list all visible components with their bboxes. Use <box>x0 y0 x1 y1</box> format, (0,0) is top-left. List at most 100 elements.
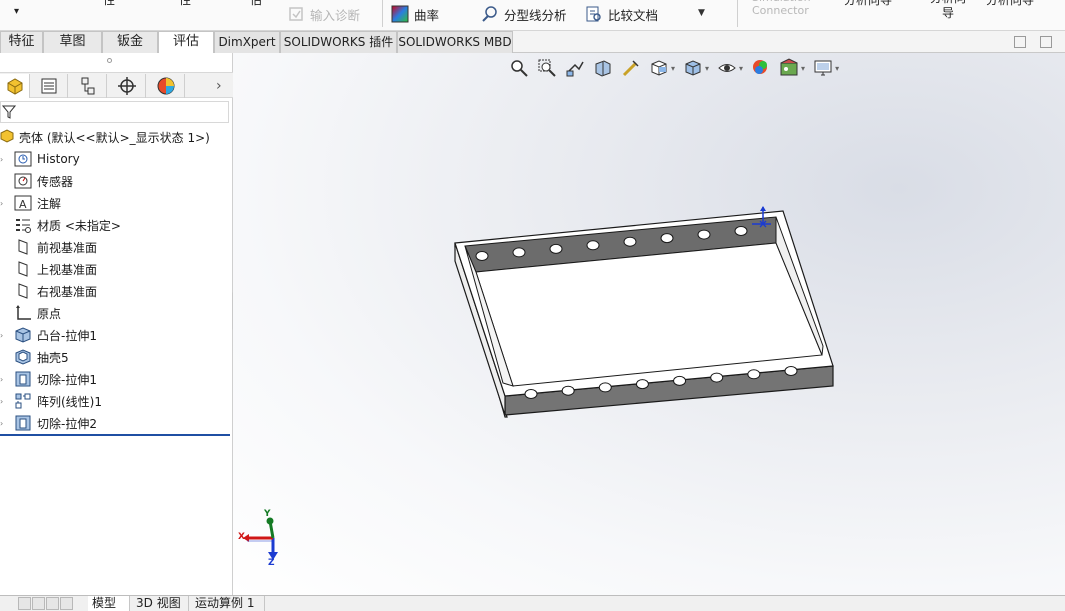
parting-line-analysis-button[interactable]: 分型线分析 <box>481 3 567 25</box>
tree-item-label: 切除-拉伸1 <box>37 372 97 387</box>
scroll-prev-icon[interactable] <box>32 597 45 610</box>
hole <box>475 251 489 261</box>
tree-item-boss-extrude[interactable]: › 凸台-拉伸1 <box>0 324 97 346</box>
expand-arrow-icon[interactable]: › <box>0 419 8 428</box>
hole <box>561 385 575 396</box>
import-diagnostics-icon <box>287 5 305 23</box>
compare-documents-label: 比较文档 <box>608 7 659 23</box>
hole <box>598 382 612 393</box>
bottom-tab-bar: 模型 3D 视图 运动算例 1 <box>0 595 1065 611</box>
plane-icon <box>14 282 32 300</box>
compare-documents-icon <box>585 5 603 23</box>
analysis-wizard-label-3[interactable]: 分析向导 <box>986 0 1034 8</box>
tree-item-label: 阵列(线性)1 <box>37 394 102 409</box>
expand-arrow-icon[interactable]: › <box>0 155 8 164</box>
history-icon <box>14 150 32 168</box>
plane-icon <box>14 238 32 256</box>
import-diagnostics-label: 输入诊断 <box>310 7 361 23</box>
scroll-next-icon[interactable] <box>46 597 59 610</box>
scroll-first-icon[interactable] <box>18 597 31 610</box>
tab-3d-views[interactable]: 3D 视图 <box>132 596 189 611</box>
configurationmanager-tab[interactable] <box>69 74 107 98</box>
hole <box>635 379 649 390</box>
tab-collapse-left-icon[interactable] <box>1014 36 1026 48</box>
tree-item-label: 抽壳5 <box>37 350 69 365</box>
parting-line-analysis-label: 分型线分析 <box>504 7 567 23</box>
graphics-area[interactable]: ▾ ▾ ▾ ▾ ▾ X Y Z <box>233 53 1065 595</box>
tree-item-label: 材质 <未指定> <box>37 218 121 233</box>
tree-item-plane[interactable]: 上视基准面 <box>0 258 97 280</box>
rollback-bar[interactable] <box>0 434 230 436</box>
command-manager-tabs: 特征 草图 钣金 评估 DimXpert SOLIDWORKS 插件 SOLID… <box>0 31 1065 54</box>
tabs-more-chevron-icon[interactable]: › <box>216 78 222 94</box>
tree-item-label: 注解 <box>37 196 62 211</box>
tab-model[interactable]: 模型 <box>88 596 130 611</box>
curvature-label: 曲率 <box>414 7 440 23</box>
tree-item-cut-extrude[interactable]: › 切除-拉伸2 <box>0 412 97 434</box>
dimxpertmanager-tab[interactable] <box>108 74 146 98</box>
tree-item-cut-extrude[interactable]: › 切除-拉伸1 <box>0 368 97 390</box>
tree-item-label: 右视基准面 <box>37 284 98 299</box>
tab-motion-study-1[interactable]: 运动算例 1 <box>191 596 265 611</box>
curvature-button[interactable]: 曲率 <box>391 3 439 25</box>
featuremanager-tab[interactable] <box>0 74 30 98</box>
tree-item-annotation[interactable]: › A 注解 <box>0 192 61 214</box>
tree-item-material[interactable]: 材质 <未指定> <box>0 214 121 236</box>
feature-manager-panel: › 壳体 (默认<<默认>_显示状态 1>) › History 传感器 › A 注解材质… <box>0 53 233 595</box>
curvature-icon <box>391 5 409 23</box>
sensor-icon <box>14 172 32 190</box>
compare-documents-button[interactable]: 比较文档 <box>585 3 658 25</box>
panel-grip-icon[interactable] <box>107 58 112 63</box>
svg-text:A: A <box>19 198 27 211</box>
tree-item-plane[interactable]: 右视基准面 <box>0 280 97 302</box>
tree-item-linear-pattern[interactable]: › 阵列(线性)1 <box>0 390 102 412</box>
property-list-icon <box>41 78 56 94</box>
expand-arrow-icon[interactable]: › <box>0 331 8 340</box>
propertymanager-tab[interactable] <box>30 74 68 98</box>
tree-root-label: 壳体 (默认<<默认>_显示状态 1>) <box>19 130 210 145</box>
parting-line-analysis-icon <box>481 5 499 23</box>
tab-evaluate[interactable]: 评估 <box>158 31 214 54</box>
tree-item-plane[interactable]: 前视基准面 <box>0 236 97 258</box>
ribbon-dropdown-arrow[interactable]: ▾ <box>14 6 19 17</box>
triad-y-label: Y <box>264 509 271 519</box>
compare-documents-dropdown-icon[interactable]: ▼ <box>698 8 705 18</box>
tree-item-label: 上视基准面 <box>37 262 98 277</box>
scroll-last-icon[interactable] <box>60 597 73 610</box>
tree-item-shell[interactable]: 抽壳5 <box>0 346 69 368</box>
analysis-wizard-label-1[interactable]: 分析向导 <box>844 0 892 8</box>
part-icon <box>0 128 14 146</box>
tree-item-sensor[interactable]: 传感器 <box>0 170 73 192</box>
expand-arrow-icon[interactable]: › <box>0 397 8 406</box>
ribbon-fragment-b: 性 <box>179 0 192 7</box>
tab-solidworks-mbd[interactable]: SOLIDWORKS MBD <box>397 31 513 53</box>
tab-features[interactable]: 特征 <box>0 31 43 53</box>
displaymanager-tab[interactable] <box>147 74 185 98</box>
tree-item-label: 凸台-拉伸1 <box>37 328 97 343</box>
tab-dimxpert[interactable]: DimXpert <box>214 31 280 53</box>
tree-item-label: 切除-拉伸2 <box>37 416 97 431</box>
expand-arrow-icon[interactable]: › <box>0 375 8 384</box>
tree-item-label: History <box>37 152 80 166</box>
tab-sheet-metal[interactable]: 钣金 <box>102 31 158 53</box>
analysis-wizard-label-2[interactable]: 分析向 导 <box>930 0 966 21</box>
cut-extrude-icon <box>14 370 32 388</box>
tab-solidworks-addins[interactable]: SOLIDWORKS 插件 <box>280 31 397 53</box>
material-icon <box>14 216 32 234</box>
simulation-connector-label[interactable]: Simulation Connector <box>752 0 811 17</box>
import-diagnostics-button[interactable]: 输入诊断 <box>287 3 360 25</box>
tree-item-history[interactable]: › History <box>0 148 80 170</box>
shell-icon <box>14 348 32 366</box>
origin-icon <box>14 304 32 322</box>
tree-root[interactable]: 壳体 (默认<<默认>_显示状态 1>) <box>0 126 210 148</box>
feature-manager-tabs: › <box>0 72 233 98</box>
tree-item-label: 前视基准面 <box>37 240 98 255</box>
filter-icon <box>2 105 16 119</box>
tab-collapse-right-icon[interactable] <box>1040 36 1052 48</box>
tree-item-origin[interactable]: 原点 <box>0 302 61 324</box>
tab-sketch[interactable]: 草图 <box>43 31 102 53</box>
tree-item-label: 原点 <box>37 306 62 321</box>
expand-arrow-icon[interactable]: › <box>0 199 8 208</box>
tab-scroll-arrows[interactable] <box>18 597 74 610</box>
tree-filter[interactable] <box>0 101 229 123</box>
